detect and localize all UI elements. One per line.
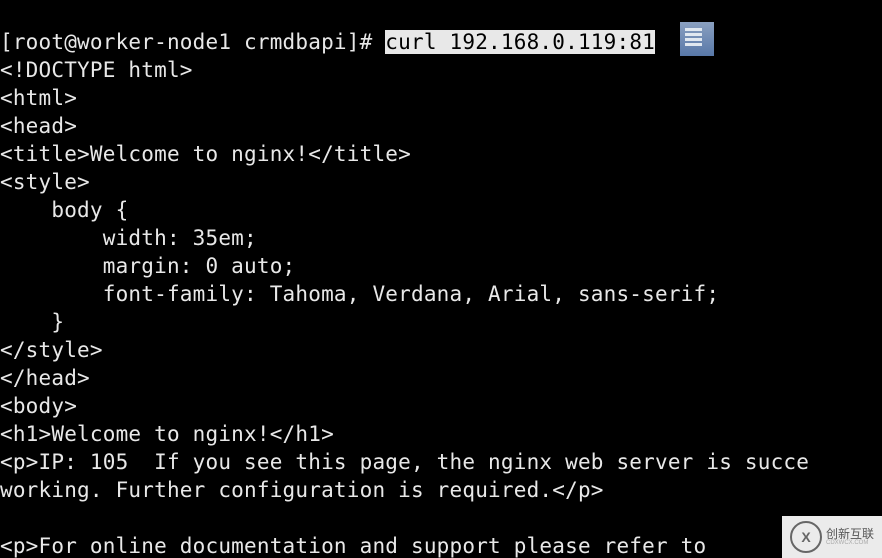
shell-prompt-line: [root@worker-node1 crmdbapi]# curl 192.1… bbox=[0, 30, 655, 54]
terminal-output[interactable]: [root@worker-node1 crmdbapi]# curl 192.1… bbox=[0, 0, 882, 558]
watermark-text-en: CDXWCX.COM bbox=[826, 540, 874, 546]
output-line: <p>For online documentation and support … bbox=[0, 534, 706, 558]
watermark-text-cn: 创新互联 bbox=[826, 528, 874, 540]
output-line: <html> bbox=[0, 86, 77, 110]
output-line: margin: 0 auto; bbox=[0, 254, 295, 278]
output-line: <p>IP: 105 If you see this page, the ngi… bbox=[0, 450, 809, 474]
watermark: X 创新互联 CDXWCX.COM bbox=[782, 516, 882, 558]
text-editor-icon[interactable] bbox=[680, 22, 714, 56]
output-line: } bbox=[0, 310, 64, 334]
output-line: <body> bbox=[0, 394, 77, 418]
output-line: <!DOCTYPE html> bbox=[0, 58, 193, 82]
output-line: body { bbox=[0, 198, 128, 222]
output-line: font-family: Tahoma, Verdana, Arial, san… bbox=[0, 282, 719, 306]
output-line: </head> bbox=[0, 366, 90, 390]
shell-prompt: [root@worker-node1 crmdbapi]# bbox=[0, 30, 385, 54]
output-line: </style> bbox=[0, 338, 103, 362]
shell-command-highlight: curl 192.168.0.119:81 bbox=[385, 30, 655, 54]
watermark-logo-icon: X bbox=[790, 521, 822, 553]
output-line: working. Further configuration is requir… bbox=[0, 478, 604, 502]
output-line: width: 35em; bbox=[0, 226, 257, 250]
output-line: <style> bbox=[0, 170, 90, 194]
output-line: <h1>Welcome to nginx!</h1> bbox=[0, 422, 334, 446]
output-line: <title>Welcome to nginx!</title> bbox=[0, 142, 411, 166]
output-line: <head> bbox=[0, 114, 77, 138]
